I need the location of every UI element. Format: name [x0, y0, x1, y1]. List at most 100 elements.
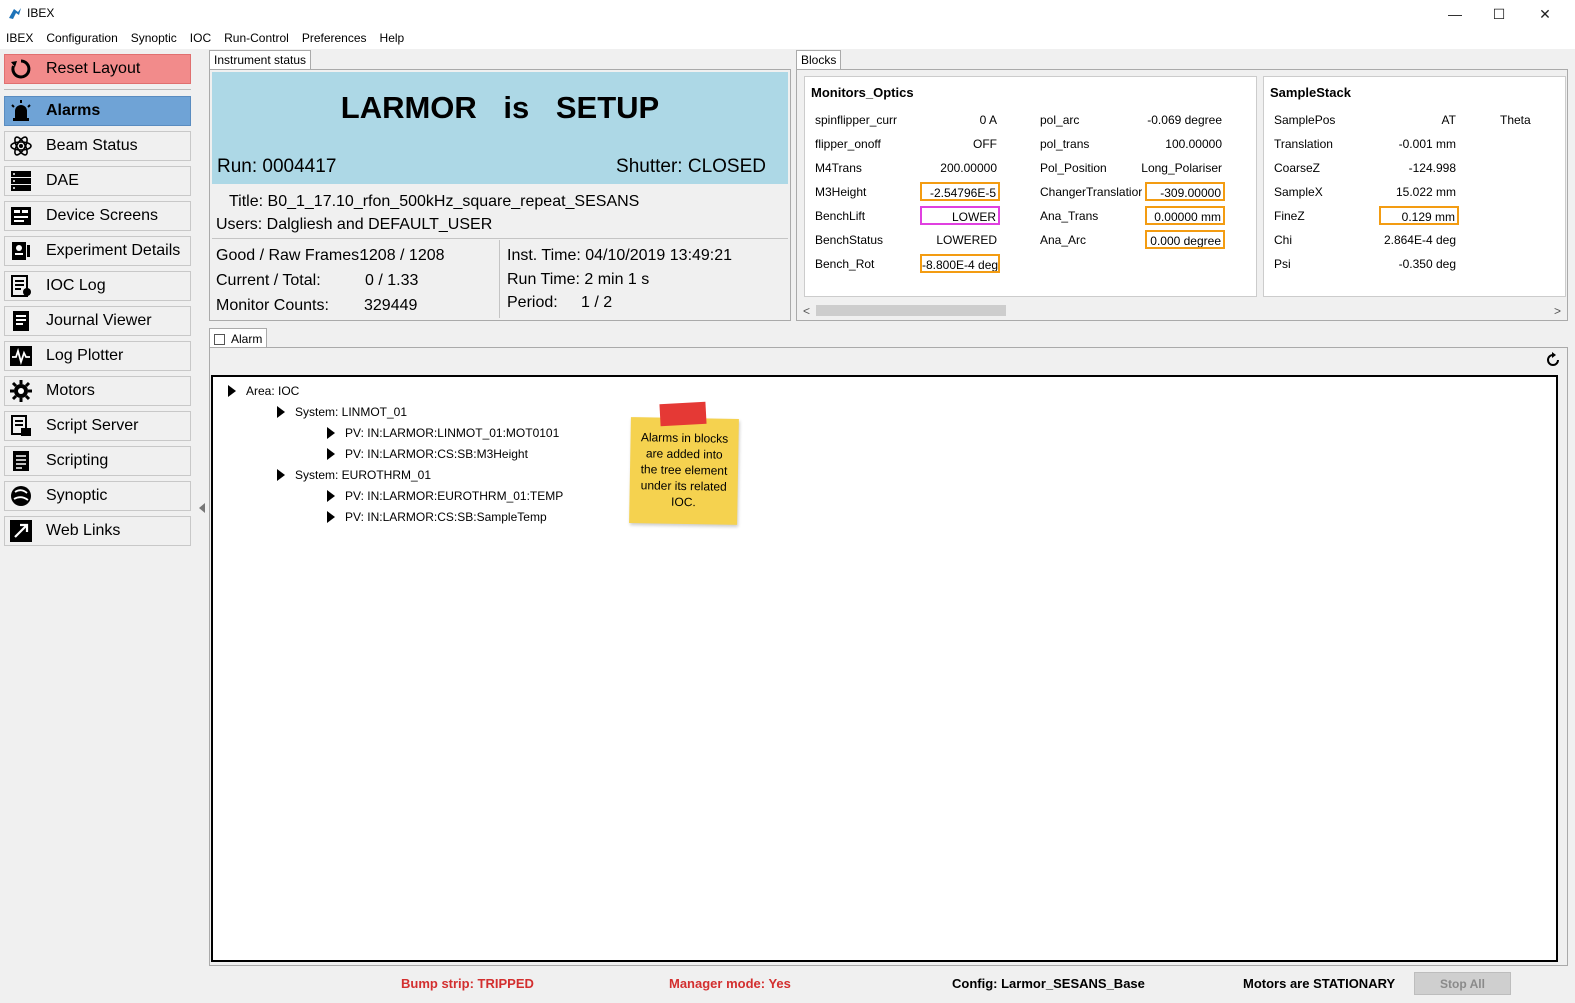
inst-time: Inst. Time: 04/10/2019 13:49:21 [507, 247, 733, 264]
block-name: Pol_Position [1040, 161, 1107, 175]
block-name: SamplePos [1274, 113, 1336, 127]
expand-triangle-icon[interactable] [277, 406, 285, 418]
sidebar-item-web-links[interactable]: Web Links [4, 516, 191, 546]
log-plotter-icon [8, 343, 34, 369]
block-value: 100.00000 [1165, 137, 1222, 151]
block-value: OFF [973, 137, 997, 151]
block-value-alarm: -2.54796E-5 [920, 182, 1000, 201]
scroll-left-arrow[interactable]: < [803, 304, 810, 318]
expand-triangle-icon[interactable] [277, 469, 285, 481]
tree-node-system[interactable]: System: EUROTHRM_01 [277, 468, 431, 482]
block-value: LOWERED [936, 233, 997, 247]
device-screens-icon [8, 203, 34, 229]
sidebar-item-label: Beam Status [46, 137, 138, 154]
tree-node-label: Area: IOC [246, 384, 300, 398]
menu-configuration[interactable]: Configuration [40, 28, 124, 49]
expand-triangle-icon[interactable] [327, 490, 335, 502]
dae-server-icon [8, 168, 34, 194]
close-button[interactable]: ✕ [1522, 0, 1568, 28]
block-value-alarm: 0.00000 mm [1145, 206, 1225, 225]
tree-node-label: System: EUROTHRM_01 [295, 468, 432, 482]
sidebar-item-log-plotter[interactable]: Log Plotter [4, 341, 191, 371]
sidebar-collapse-handle[interactable] [199, 503, 205, 513]
menu-help[interactable]: Help [374, 28, 412, 49]
instrument-state-headline: LARMOR is SETUP [340, 90, 660, 125]
title-bar: IBEX — ☐ ✕ [0, 0, 1575, 28]
alarm-tab-label: Alarm [231, 332, 263, 346]
expand-triangle-icon[interactable] [228, 385, 236, 397]
reset-icon [8, 56, 34, 82]
tree-node-pv[interactable]: PV: IN:LARMOR:LINMOT_01:MOT0101 [327, 426, 559, 440]
gear-icon [8, 378, 34, 404]
maximize-button[interactable]: ☐ [1476, 0, 1522, 28]
tab-instrument-status[interactable]: Instrument status [209, 50, 312, 69]
sticky-note-annotation: Alarms in blocks are added into the tree… [629, 417, 739, 525]
period-label: Period: [507, 294, 558, 311]
block-name: spinflipper_curr [815, 113, 898, 127]
blocks-horizontal-scrollbar[interactable]: < > [798, 302, 1566, 319]
scripting-icon [8, 448, 34, 474]
block-value: -124.998 [1408, 161, 1456, 175]
tree-node-pv[interactable]: PV: IN:LARMOR:EUROTHRM_01:TEMP [327, 489, 563, 503]
alarm-tree [211, 375, 1558, 962]
menu-synoptic[interactable]: Synoptic [125, 28, 184, 49]
block-value: -0.001 mm [1398, 137, 1456, 151]
expand-triangle-icon[interactable] [327, 427, 335, 439]
sidebar-item-journal-viewer[interactable]: Journal Viewer [4, 306, 191, 336]
tree-node-pv[interactable]: PV: IN:LARMOR:CS:SB:SampleTemp [327, 510, 547, 524]
tab-alarm[interactable]: Alarm [209, 328, 268, 347]
tree-node-label: System: LINMOT_01 [295, 405, 408, 419]
block-name: Ana_Trans [1040, 209, 1099, 223]
block-name: Chi [1274, 233, 1293, 247]
menu-ioc[interactable]: IOC [184, 28, 218, 49]
sidebar-item-alarms[interactable]: Alarms [4, 96, 191, 126]
sidebar-item-label: IOC Log [46, 277, 106, 294]
menu-run-control[interactable]: Run-Control [218, 28, 296, 49]
sidebar-item-device-screens[interactable]: Device Screens [4, 201, 191, 231]
menu-ibex[interactable]: IBEX [0, 28, 40, 49]
manager-mode-status: Manager mode: Yes [669, 976, 791, 991]
sidebar-item-label: Alarms [46, 102, 101, 119]
instrument-banner: LARMOR is SETUP Run: 0004417 Shutter: CL… [212, 72, 788, 184]
sidebar-item-dae[interactable]: DAE [4, 166, 191, 196]
sidebar-item-experiment-details[interactable]: Experiment Details [4, 236, 191, 266]
block-value: Long_Polariser [1141, 161, 1222, 175]
sidebar-item-beam-status[interactable]: Beam Status [4, 131, 191, 161]
atom-icon [8, 133, 34, 159]
expand-triangle-icon[interactable] [327, 448, 335, 460]
sidebar-item-scripting[interactable]: Scripting [4, 446, 191, 476]
tree-node-area[interactable]: Area: IOC [228, 384, 299, 398]
window-title: IBEX [27, 6, 55, 20]
synoptic-icon [8, 483, 34, 509]
block-name: Translation [1274, 137, 1333, 151]
good-raw-frames-value: 1208 / 1208 [360, 247, 445, 264]
tree-node-system[interactable]: System: LINMOT_01 [277, 405, 407, 419]
sidebar-item-script-server[interactable]: Script Server [4, 411, 191, 441]
stop-all-button[interactable]: Stop All [1414, 972, 1511, 995]
refresh-icon[interactable] [1545, 352, 1561, 368]
block-name: Ana_Arc [1040, 233, 1087, 247]
monitor-counts-value: 329449 [364, 297, 418, 314]
journal-icon [8, 308, 34, 334]
block-name: BenchLift [815, 209, 866, 223]
block-name: FineZ [1274, 209, 1305, 223]
sidebar-item-label: Experiment Details [46, 242, 181, 259]
minimize-button[interactable]: — [1432, 0, 1478, 28]
sidebar-item-label: Scripting [46, 452, 109, 469]
scrollbar-thumb[interactable] [816, 305, 1006, 316]
reset-layout-button[interactable]: Reset Layout [4, 54, 191, 84]
expand-triangle-icon[interactable] [327, 511, 335, 523]
block-value-alarm: -309.00000 [1145, 182, 1225, 201]
run-users: Users: Dalgliesh and DEFAULT_USER [216, 216, 493, 233]
alarm-siren-icon [8, 98, 34, 124]
sidebar-item-motors[interactable]: Motors [4, 376, 191, 406]
scroll-right-arrow[interactable]: > [1554, 304, 1561, 318]
menu-preferences[interactable]: Preferences [296, 28, 374, 49]
run-title: Title: B0_1_17.10_rfon_500kHz_square_rep… [229, 193, 640, 210]
tree-node-pv[interactable]: PV: IN:LARMOR:CS:SB:M3Height [327, 447, 528, 461]
sidebar-item-synoptic[interactable]: Synoptic [4, 481, 191, 511]
sidebar-item-label: Motors [46, 382, 95, 399]
sidebar-item-ioc-log[interactable]: IOC Log [4, 271, 191, 301]
tab-blocks[interactable]: Blocks [796, 50, 842, 69]
good-raw-frames-label: Good / Raw Frames: [216, 247, 364, 264]
